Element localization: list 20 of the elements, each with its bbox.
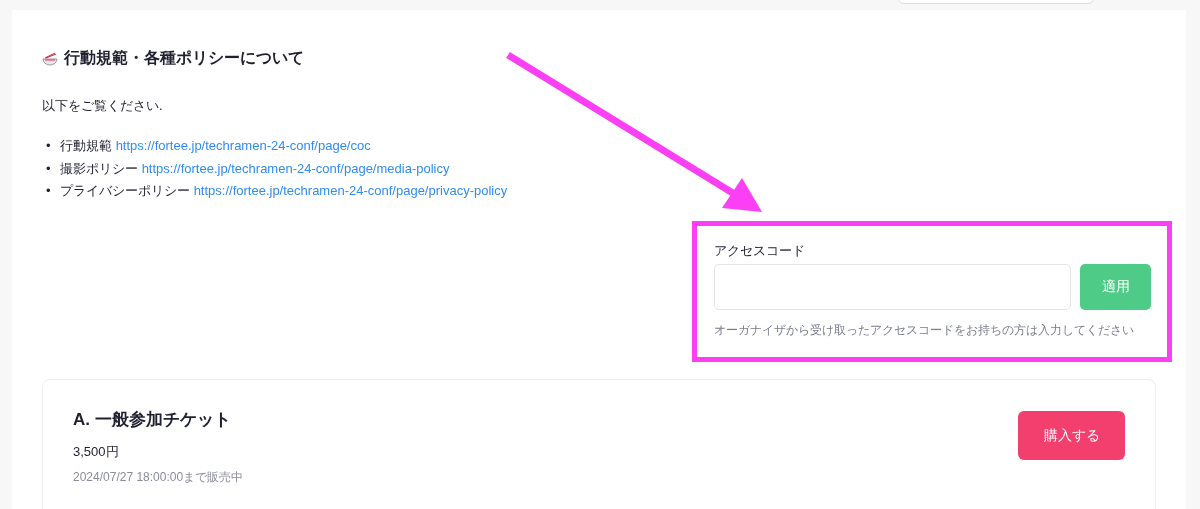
field-label: アクセスコード: [714, 241, 806, 260]
link-label: 行動規範: [60, 138, 112, 153]
bullet: •: [46, 159, 52, 178]
help-text: オーガナイザから受け取ったアクセスコードをお持ちの方は入力してください: [714, 321, 1135, 339]
noodle-bowl-icon: [42, 50, 58, 67]
policy-link[interactable]: https://fortee.jp/techramen-24-conf/page/media-policy: [141, 160, 450, 176]
sale-period: 2024/07/27 18:00:00まで販売中: [73, 468, 244, 486]
buy-button[interactable]: 購入する: [1018, 411, 1125, 460]
bullet: •: [46, 182, 52, 200]
section-title: 行動規範・各種ポリシーについて: [64, 48, 304, 68]
intro-text: 以下をご覧ください.: [42, 97, 164, 115]
ticket-price: 3,500円: [73, 442, 120, 461]
policy-link[interactable]: https://fortee.jp/techramen-24-conf/page/coc: [115, 138, 371, 153]
link-label: 撮影ポリシー: [60, 160, 138, 176]
policy-link[interactable]: https://fortee.jp/techramen-24-conf/page/privacy-policy: [193, 183, 508, 198]
link-label: プライバシーポリシー: [60, 183, 190, 198]
ticket-title: A. 一般参加チケット: [73, 408, 232, 431]
apply-button[interactable]: 適用: [1080, 263, 1151, 310]
bullet: •: [46, 137, 52, 155]
access-code-field[interactable]: [714, 263, 1071, 310]
